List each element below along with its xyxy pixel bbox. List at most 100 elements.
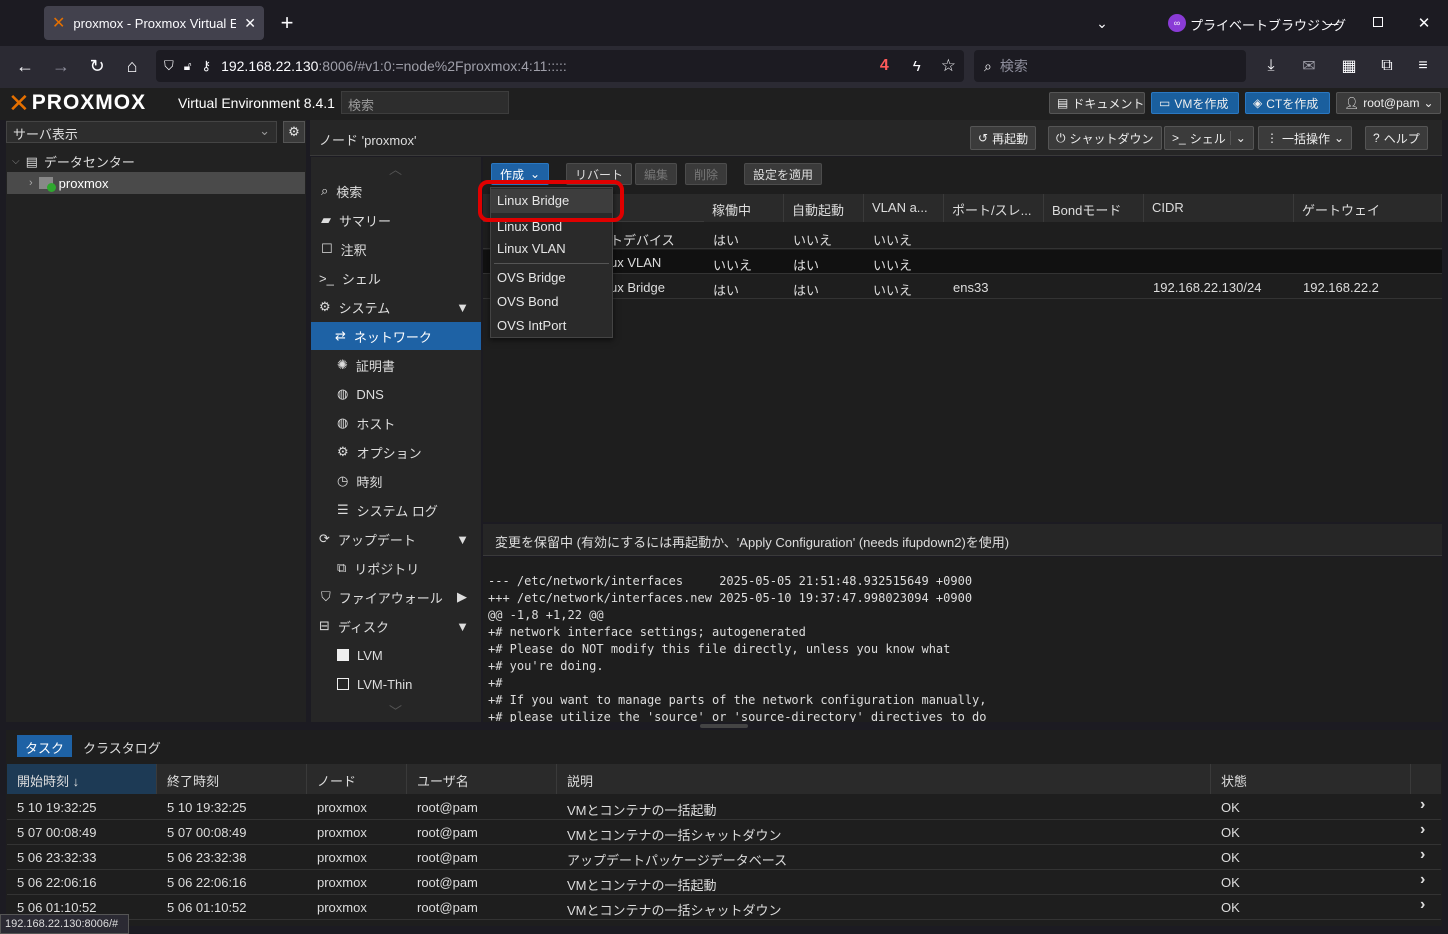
col-node[interactable]: ノード <box>307 764 407 794</box>
key-icon[interactable]: ⚷ <box>202 58 212 74</box>
menu-item-syslog[interactable]: ☰ システム ログ <box>311 496 481 524</box>
menu-item-shell[interactable]: >_ シェル <box>311 264 481 292</box>
search-icon: ⌕ <box>984 57 992 74</box>
extension-badge[interactable]: 4 <box>880 57 889 75</box>
caret-down-icon[interactable]: ▼ <box>456 532 469 547</box>
dropdown-ovs-bridge[interactable]: OVS Bridge <box>491 266 612 290</box>
delete-button[interactable]: 削除 <box>685 163 728 185</box>
col-status[interactable]: 状態 <box>1211 764 1411 794</box>
downloads-icon[interactable]: ⤓ <box>1256 51 1286 81</box>
menu-item-lvm[interactable]: LVM <box>311 641 481 669</box>
dropdown-linux-vlan[interactable]: Linux VLAN <box>491 237 612 261</box>
expand-arrow-icon[interactable]: › <box>29 177 33 189</box>
url-text[interactable]: 192.168.22.130:8006/#v1:0:=node%2Fproxmo… <box>221 58 567 74</box>
close-tab-icon[interactable]: ✕ <box>244 15 256 32</box>
menu-label: オプション <box>356 445 422 461</box>
extensions-icon[interactable]: ⧉ <box>1372 51 1402 81</box>
menu-item-lvm-thin[interactable]: LVM-Thin <box>311 670 481 698</box>
tab-tasks[interactable]: タスク <box>17 735 73 757</box>
col-autostart[interactable]: 自動起動 <box>784 194 864 222</box>
menu-item-system[interactable]: ⚙ システム ▼ <box>311 293 481 321</box>
caret-down-icon[interactable]: ▼ <box>456 300 469 315</box>
undo-icon: ↺ <box>978 131 989 145</box>
chevron-right-icon[interactable]: › <box>1420 871 1425 889</box>
view-selector[interactable]: サーバ表示 ⌄ <box>6 121 277 143</box>
col-end-time[interactable]: 終了時刻 <box>157 764 307 794</box>
tab-cluster-log[interactable]: クラスタログ <box>76 735 168 757</box>
url-bar[interactable]: ⛉ 🔓︎ ⚷ 192.168.22.130:8006/#v1:0:=node%2… <box>156 50 964 82</box>
menu-item-disks[interactable]: ⊟ ディスク ▼ <box>311 612 481 640</box>
qr-icon[interactable]: ▦ <box>1334 51 1364 81</box>
menu-item-certificates[interactable]: ✺ 証明書 <box>311 351 481 379</box>
back-icon[interactable]: ← <box>10 51 40 81</box>
minimize-icon[interactable]: — <box>1322 12 1342 34</box>
app-menu-icon[interactable]: ≡ <box>1408 51 1438 81</box>
menu-item-time[interactable]: ◷ 時刻 <box>311 467 481 495</box>
user-menu-button[interactable]: 👤︎ root@pam ⌄ <box>1336 92 1441 114</box>
mail-icon[interactable]: ✉ <box>1294 51 1324 81</box>
window-close-icon[interactable]: ✕ <box>1414 12 1434 34</box>
col-active[interactable]: 稼働中 <box>704 194 784 222</box>
caret-right-icon[interactable]: ▶ <box>457 589 467 605</box>
list-all-tabs-icon[interactable]: ⌄ <box>1090 12 1114 34</box>
lock-icon[interactable]: 🔓︎ <box>184 59 192 74</box>
reload-icon[interactable]: ↻ <box>82 51 112 81</box>
chevron-right-icon[interactable]: › <box>1420 821 1425 839</box>
bookmark-star-icon[interactable]: ☆ <box>941 56 956 76</box>
bulk-actions-button[interactable]: ⋮ 一括操作 ⌄ <box>1258 126 1353 150</box>
col-bond-mode[interactable]: Bondモード <box>1044 194 1144 222</box>
new-tab-icon[interactable]: + <box>275 10 299 36</box>
reboot-button[interactable]: ↺ 再起動 <box>970 126 1037 150</box>
create-ct-button[interactable]: ◈ CTを作成 <box>1245 92 1330 114</box>
col-vlan-aware[interactable]: VLAN a... <box>864 194 944 222</box>
dropdown-ovs-intport[interactable]: OVS IntPort <box>491 314 612 338</box>
chevron-right-icon[interactable]: › <box>1420 846 1425 864</box>
col-cidr[interactable]: CIDR <box>1144 194 1294 222</box>
menu-item-hosts[interactable]: ◍ ホスト <box>311 409 481 437</box>
browser-tab[interactable]: ✕ proxmox - Proxmox Virtual Envi ✕ <box>44 6 264 40</box>
splitter-handle[interactable] <box>700 724 748 728</box>
apply-config-button[interactable]: 設定を適用 <box>744 163 823 185</box>
collapse-arrow-icon[interactable]: ⌵ <box>12 156 20 167</box>
col-gateway[interactable]: ゲートウェイ <box>1294 194 1442 222</box>
dropdown-ovs-bond[interactable]: OVS Bond <box>491 290 612 314</box>
help-button[interactable]: ? ヘルプ <box>1365 126 1428 150</box>
menu-item-network[interactable]: ⇄ ネットワーク <box>311 322 481 350</box>
node-title: ノード 'proxmox' <box>319 133 417 148</box>
chevron-right-icon[interactable]: › <box>1420 796 1425 814</box>
col-start-time[interactable]: 開始時刻 ↓ <box>7 764 157 794</box>
browser-search[interactable]: ⌕ 検索 <box>974 50 1246 82</box>
tree-node-proxmox[interactable]: › proxmox <box>7 172 305 194</box>
create-vm-button[interactable]: ▭ VMを作成 <box>1151 92 1239 114</box>
menu-item-search[interactable]: ⌕ 検索 <box>311 177 481 205</box>
edit-button[interactable]: 編集 <box>635 163 678 185</box>
node-menu: ︿ ⌕ 検索 ▰ サマリー ☐ 注釈 >_ シェル ⚙ システム ▼ ⇄ ネットワーク ✺ 証明… <box>311 157 481 722</box>
pve-search-input[interactable]: 検索 <box>341 91 509 114</box>
menu-item-repositories[interactable]: ⧉ リポジトリ <box>311 554 481 582</box>
maximize-icon[interactable] <box>1373 17 1383 27</box>
forward-icon[interactable]: → <box>46 51 76 81</box>
menu-item-updates[interactable]: ⟳ アップデート ▼ <box>311 525 481 553</box>
col-user[interactable]: ユーザ名 <box>407 764 557 794</box>
chevron-right-icon[interactable]: › <box>1420 896 1425 914</box>
menu-item-dns[interactable]: ◍ DNS <box>311 380 481 408</box>
docs-button[interactable]: ▤ ドキュメント <box>1049 92 1145 114</box>
menu-item-notes[interactable]: ☐ 注釈 <box>311 235 481 263</box>
lightning-icon[interactable]: ϟ <box>913 58 921 75</box>
menu-item-options[interactable]: ⚙ オプション <box>311 438 481 466</box>
home-icon[interactable]: ⌂ <box>117 51 147 81</box>
tree-settings-button[interactable]: ⚙ <box>283 121 305 143</box>
caret-down-icon[interactable]: ▼ <box>456 619 469 634</box>
menu-item-firewall[interactable]: ⛉ ファイアウォール ▶ <box>311 583 481 611</box>
brand-name: PROXMOX <box>31 91 147 114</box>
scroll-down-icon[interactable]: ﹀ <box>389 701 402 720</box>
scroll-up-icon[interactable]: ︿ <box>389 159 402 178</box>
exchange-icon: ⇄ <box>335 328 346 343</box>
tree-datacenter[interactable]: ⌵ ▤ データセンター <box>12 152 135 171</box>
shutdown-button[interactable]: ⏻ シャットダウン <box>1048 126 1162 150</box>
col-ports[interactable]: ポート/スレ... <box>944 194 1044 222</box>
menu-item-summary[interactable]: ▰ サマリー <box>311 206 481 234</box>
shield-icon[interactable]: ⛉ <box>164 58 174 74</box>
shell-button[interactable]: >_ シェル ⌄ <box>1164 126 1254 150</box>
col-description[interactable]: 説明 <box>557 764 1211 794</box>
